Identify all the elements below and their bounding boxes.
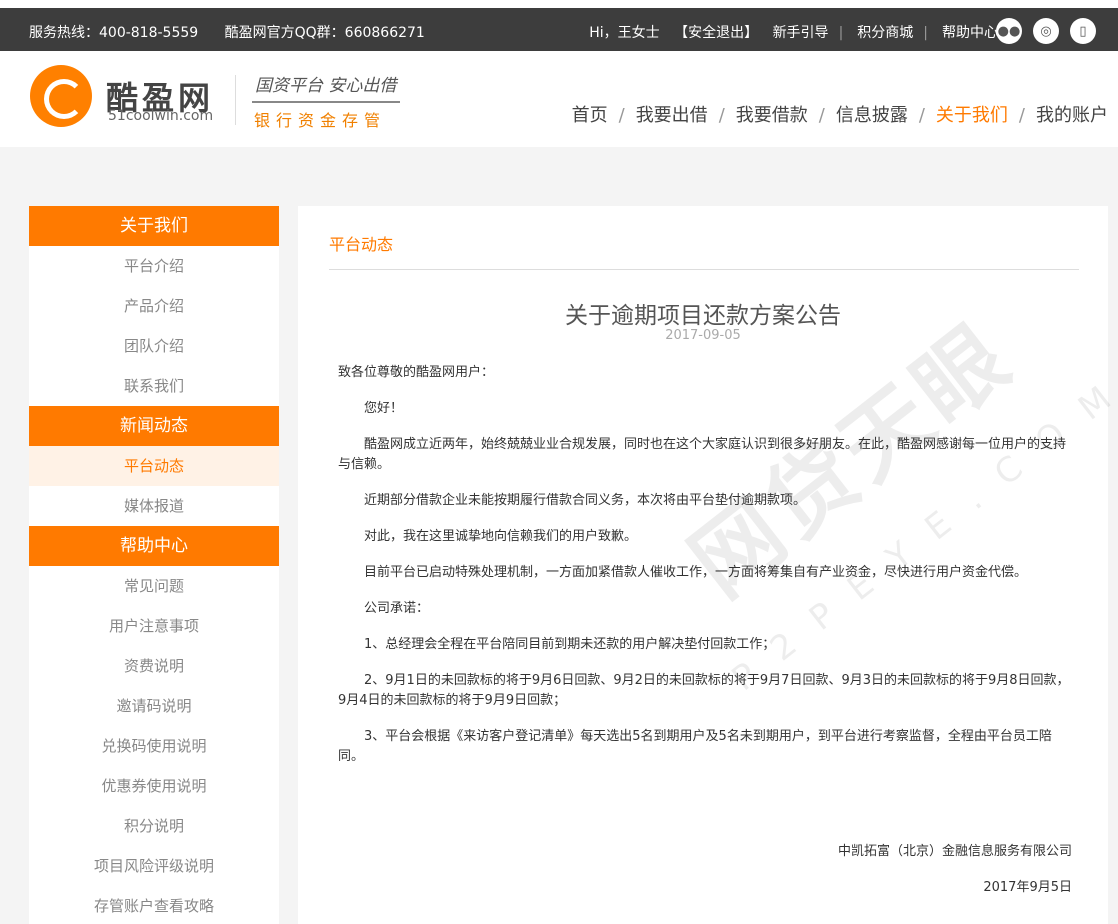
article-date: 2017-09-05: [665, 328, 741, 343]
nav-invest[interactable]: 我要出借: [636, 105, 708, 126]
points-mall-link[interactable]: 积分商城: [857, 25, 913, 41]
sidebar-item-product-intro[interactable]: 产品介绍: [29, 286, 279, 326]
guide-link[interactable]: 新手引导: [773, 25, 829, 41]
greeting-text: Hi，王女士: [589, 25, 660, 41]
sidebar-item-invite-code[interactable]: 邀请码说明: [29, 686, 279, 726]
logo-domain: 51coolwin.com: [108, 108, 214, 124]
sidebar-item-user-notes[interactable]: 用户注意事项: [29, 606, 279, 646]
wechat-icon[interactable]: ●●: [996, 18, 1022, 44]
sidebar-item-team-intro[interactable]: 团队介绍: [29, 326, 279, 366]
user-links: Hi，王女士 【安全退出】 新手引导 | 积分商城 | 帮助中心: [579, 22, 998, 42]
slogan-underline: [252, 101, 400, 103]
qq-group-text: 酷盈网官方QQ群：660866271: [224, 25, 425, 41]
signature-date: 2017年9月5日: [983, 880, 1072, 895]
section-title: 平台动态: [329, 235, 394, 254]
nav-home[interactable]: 首页: [572, 105, 608, 126]
sidebar-item-platform-news[interactable]: 平台动态: [29, 446, 279, 486]
nav-separator: /: [818, 105, 825, 126]
paragraph: 公司承诺：: [364, 601, 430, 616]
sidebar-item-coupon[interactable]: 优惠券使用说明: [29, 766, 279, 806]
nav-separator: /: [718, 105, 725, 126]
site-header: 酷盈网 51coolwin.com 国资平台 安心出借 银行资金存管 首页 / 我要…: [0, 51, 1118, 147]
paragraph: 酷盈网成立近两年，始终兢兢业业合规发展，同时也在这个大家庭认识到很多好朋友。在此…: [338, 437, 1067, 472]
sidebar-item-points[interactable]: 积分说明: [29, 806, 279, 846]
paragraph: 1、总经理会全程在平台陪同目前到期未还款的用户解决垫付回款工作；: [364, 637, 776, 652]
hotline-text: 服务热线：400-818-5559: [29, 25, 199, 41]
sidebar-item-faq[interactable]: 常见问题: [29, 566, 279, 606]
paragraph: 2、9月1日的未回款标的将于9月6日回款、9月2日的未回款标的将于9月7日回款、…: [338, 673, 1070, 708]
salutation: 致各位尊敬的酷盈网用户：: [338, 365, 495, 380]
paragraph: 对此，我在这里诚挚地向信赖我们的用户致歉。: [364, 529, 638, 544]
main-nav: 首页 / 我要出借 / 我要借款 / 信息披露 / 关于我们 / 我的账户: [572, 101, 1108, 127]
top-bar: 服务热线：400-818-5559 酷盈网官方QQ群：660866271 Hi，…: [0, 0, 1118, 51]
nav-separator: /: [1018, 105, 1025, 126]
sidebar-item-custody-guide[interactable]: 存管账户查看攻略: [29, 886, 279, 924]
divider: |: [923, 25, 928, 41]
divider: |: [838, 25, 844, 41]
social-icons: ●● ◎ ▯: [996, 18, 1096, 44]
sidebar-item-fees[interactable]: 资费说明: [29, 646, 279, 686]
sidebar-item-redeem-code[interactable]: 兑换码使用说明: [29, 726, 279, 766]
article-title: 关于逾期项目还款方案公告: [565, 303, 841, 329]
sidebar: 关于我们 平台介绍 产品介绍 团队介绍 联系我们 新闻动态 平台动态 媒体报道 …: [29, 206, 279, 924]
sidebar-heading-about[interactable]: 关于我们: [29, 206, 279, 246]
article-body: 致各位尊敬的酷盈网用户： 您好！ 酷盈网成立近两年，始终兢兢业业合规发展，同时也…: [338, 363, 1073, 783]
paragraph: 3、平台会根据《来访客户登记清单》每天选出5名到期用户及5名未到期用户，到平台进…: [338, 729, 1052, 764]
nav-account[interactable]: 我的账户: [1036, 105, 1108, 126]
section-divider: [329, 269, 1079, 270]
article-panel: 平台动态 关于逾期项目还款方案公告 2017-09-05 致各位尊敬的酷盈网用户…: [298, 206, 1108, 924]
sidebar-item-platform-intro[interactable]: 平台介绍: [29, 246, 279, 286]
paragraph: 目前平台已启动特殊处理机制，一方面加紧借款人催收工作，一方面将筹集自有产业资金，…: [364, 565, 1028, 580]
sidebar-item-risk-rating[interactable]: 项目风险评级说明: [29, 846, 279, 886]
tagline: 银行资金存管: [254, 111, 387, 130]
paragraph: 近期部分借款企业未能按期履行借款合同义务，本次将由平台垫付逾期款项。: [364, 493, 807, 508]
weibo-icon[interactable]: ◎: [1033, 18, 1059, 44]
help-center-link[interactable]: 帮助中心: [942, 25, 998, 41]
nav-separator: /: [918, 105, 925, 126]
logout-link[interactable]: 【安全退出】: [674, 25, 758, 41]
contact-info: 服务热线：400-818-5559 酷盈网官方QQ群：660866271: [29, 22, 447, 42]
sidebar-item-contact[interactable]: 联系我们: [29, 366, 279, 406]
slogan: 国资平台 安心出借: [255, 76, 397, 96]
logo-icon[interactable]: [30, 65, 92, 127]
signature: 中凯拓富（北京）金融信息服务有限公司: [837, 844, 1072, 859]
sidebar-heading-news[interactable]: 新闻动态: [29, 406, 279, 446]
nav-disclosure[interactable]: 信息披露: [836, 105, 908, 126]
mobile-icon[interactable]: ▯: [1070, 18, 1096, 44]
sidebar-heading-help[interactable]: 帮助中心: [29, 526, 279, 566]
paragraph: 您好！: [364, 401, 404, 416]
nav-about[interactable]: 关于我们: [936, 105, 1008, 126]
nav-borrow[interactable]: 我要借款: [736, 105, 808, 126]
nav-separator: /: [618, 105, 625, 126]
sidebar-item-media[interactable]: 媒体报道: [29, 486, 279, 526]
logo-divider: [235, 75, 236, 125]
